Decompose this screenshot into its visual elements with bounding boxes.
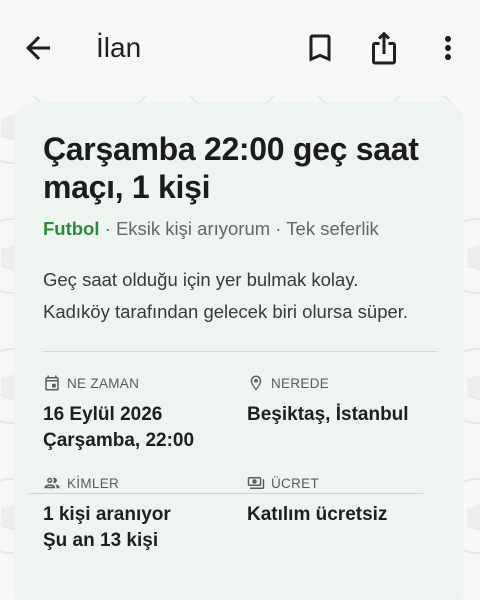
more-options-button[interactable] <box>430 30 466 66</box>
listing-meta: Futbol · Eksik kişi arıyorum · Tek sefer… <box>43 216 436 242</box>
listing-type: Eksik kişi arıyorum <box>115 218 271 239</box>
detail-fee-label: ÜCRET <box>271 475 319 491</box>
sport-tag[interactable]: Futbol <box>43 218 100 239</box>
meta-separator: · <box>270 218 287 239</box>
detail-fee-value: Katılım ücretsiz <box>247 504 388 525</box>
detail-when-date: 16 Eylül 2026 <box>43 404 163 425</box>
app-bar: İlan <box>0 0 480 96</box>
detail-when-label: NE ZAMAN <box>67 375 140 391</box>
detail-fee: ÜCRET Katılım ücretsiz <box>247 473 437 528</box>
detail-when-time: Çarşamba, 22:00 <box>43 430 195 451</box>
details-grid: NE ZAMAN 16 Eylül 2026 Çarşamba, 22:00 N… <box>43 352 437 562</box>
bookmark-button[interactable] <box>302 30 338 66</box>
divider <box>29 493 423 494</box>
bookmark-icon <box>309 34 331 62</box>
share-icon <box>372 31 396 65</box>
detail-who-count: Şu an 13 kişi <box>43 530 159 551</box>
detail-who-needed: 1 kişi aranıyor <box>43 504 171 525</box>
money-icon <box>247 477 265 489</box>
detail-where-location[interactable]: Beşiktaş, İstanbul <box>247 402 437 428</box>
page-title: İlan <box>96 32 142 63</box>
listing-title: Çarşamba 22:00 geç saat maçı, 1 kişi <box>43 131 419 205</box>
calendar-icon <box>45 375 59 391</box>
listing-card: Çarşamba 22:00 geç saat maçı, 1 kişi Fut… <box>14 102 464 600</box>
detail-where: NEREDE Beşiktaş, İstanbul <box>247 373 437 428</box>
people-icon <box>44 477 60 489</box>
detail-when: NE ZAMAN 16 Eylül 2026 Çarşamba, 22:00 <box>43 373 233 454</box>
arrow-back-icon <box>26 36 50 60</box>
detail-where-label: NEREDE <box>271 375 330 391</box>
listing-frequency: Tek seferlik <box>286 218 379 239</box>
more-vertical-icon <box>445 36 451 60</box>
location-pin-icon <box>250 375 262 391</box>
back-button[interactable] <box>20 30 56 66</box>
meta-separator: · <box>99 218 116 239</box>
listing-description: Geç saat olduğu için yer bulmak kolay. K… <box>43 269 409 322</box>
detail-who: KİMLER 1 kişi aranıyor Şu an 13 kişi <box>43 473 233 554</box>
detail-who-label: KİMLER <box>67 475 120 491</box>
share-button[interactable] <box>366 30 402 66</box>
